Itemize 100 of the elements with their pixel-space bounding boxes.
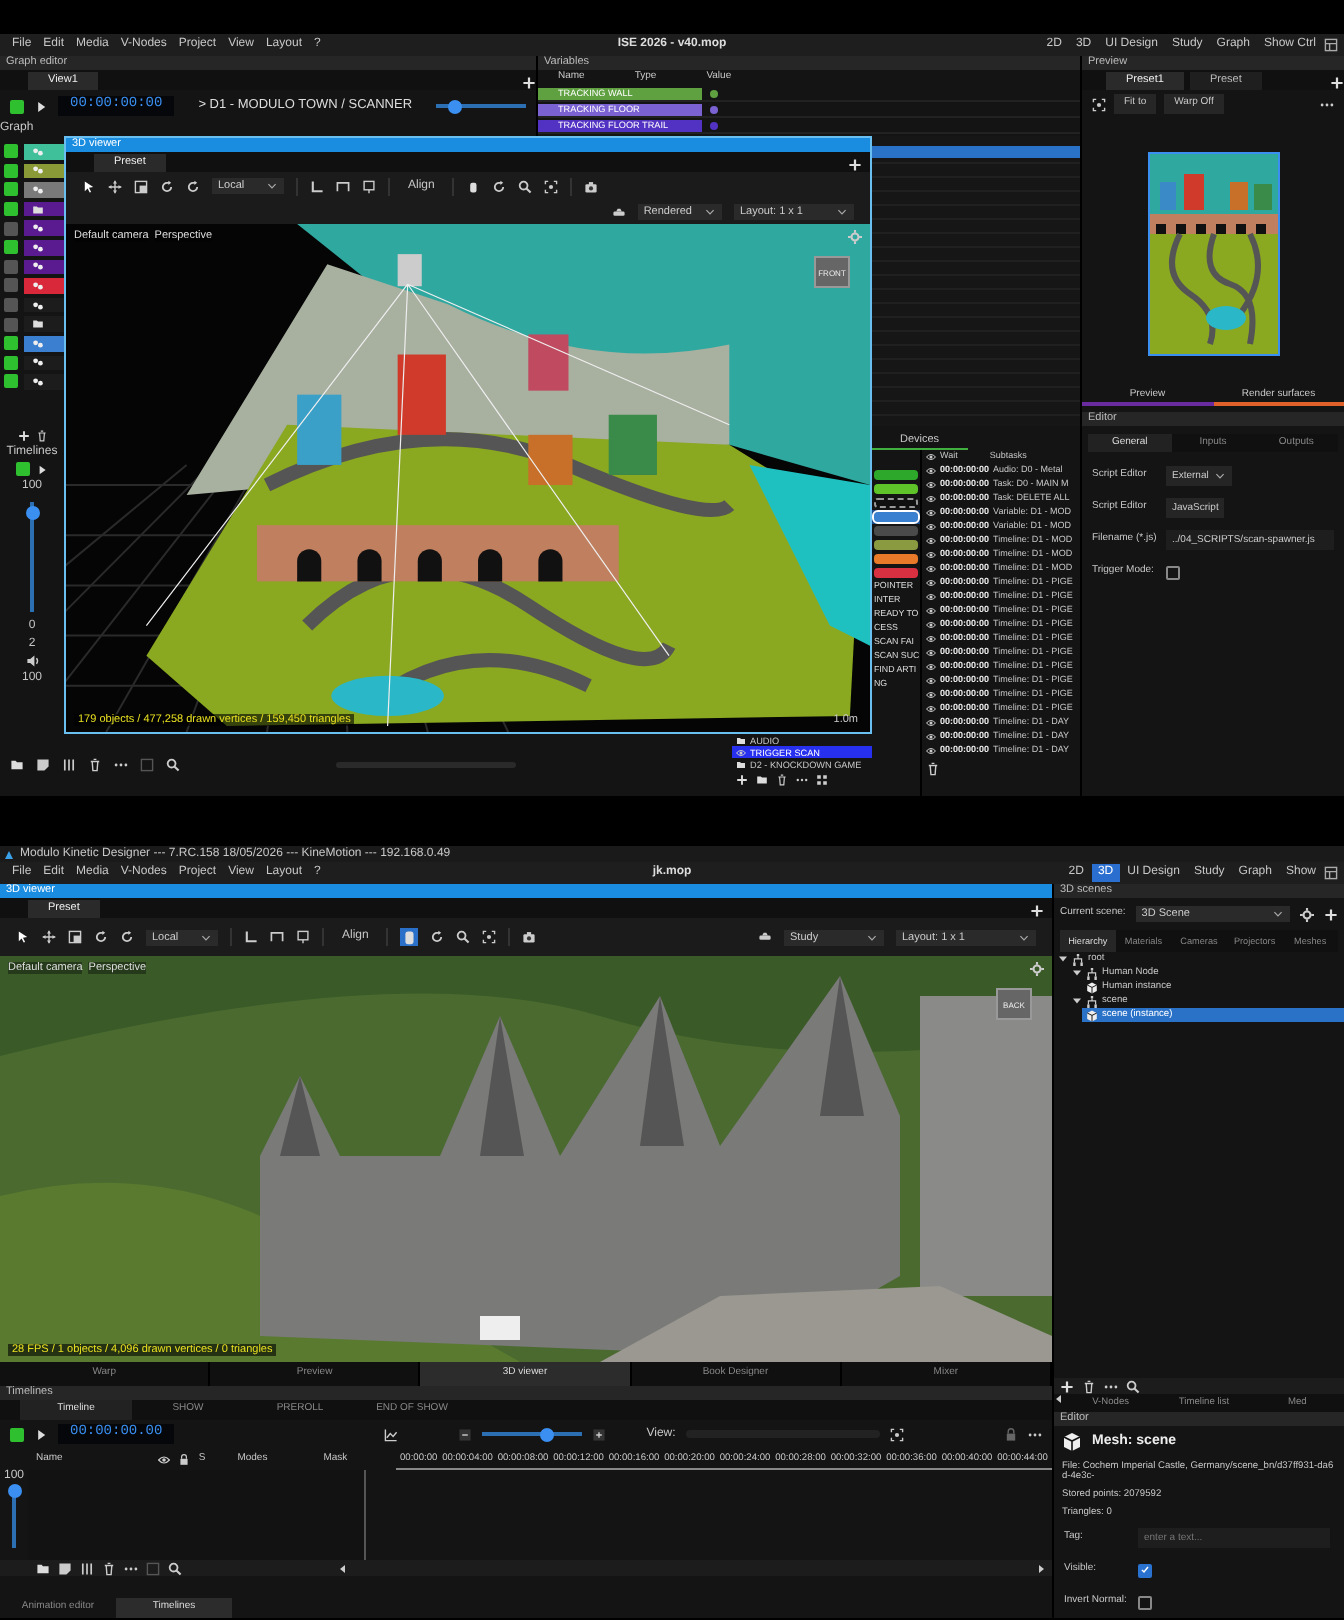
frame-icon[interactable] (1092, 97, 1106, 111)
scale-tool-icon[interactable] (134, 179, 148, 193)
graph-row[interactable] (24, 239, 64, 256)
layout-icon[interactable] (1324, 38, 1338, 52)
eye-icon[interactable] (926, 648, 936, 658)
graph-row[interactable] (24, 355, 64, 371)
eye-icon[interactable] (926, 732, 936, 742)
hand-tool-icon[interactable] (400, 928, 419, 946)
more-icon[interactable] (114, 758, 128, 772)
plus-icon[interactable] (592, 1427, 607, 1441)
eye-icon[interactable] (926, 536, 936, 546)
trash-icon[interactable] (88, 758, 102, 772)
square-icon[interactable] (140, 758, 154, 772)
eye-icon[interactable] (926, 550, 936, 560)
play-icon[interactable] (36, 463, 48, 476)
add-icon[interactable] (1330, 76, 1344, 90)
toggle-button[interactable] (4, 317, 18, 332)
folder-icon[interactable] (10, 758, 24, 772)
camera-icon[interactable] (522, 930, 537, 944)
toggle-button[interactable] (4, 163, 18, 178)
toggle-button[interactable] (4, 374, 18, 389)
graph-row[interactable] (24, 316, 64, 332)
axis-icon[interactable] (310, 179, 324, 193)
task-bar[interactable] (874, 540, 918, 550)
add-icon[interactable] (1060, 1379, 1074, 1393)
toggle-button[interactable] (4, 278, 18, 293)
eye-icon[interactable] (926, 466, 936, 476)
task-bar[interactable] (874, 484, 918, 494)
checkbox[interactable] (1166, 565, 1180, 579)
add-icon[interactable] (848, 158, 862, 172)
graph-row[interactable] (24, 374, 64, 390)
toggle-button[interactable] (4, 355, 18, 370)
move-tool-icon[interactable] (42, 930, 56, 944)
add-icon[interactable] (1030, 904, 1044, 918)
graph-row[interactable] (24, 297, 64, 313)
bracket-icon[interactable] (270, 930, 284, 944)
speaker-icon[interactable] (25, 654, 39, 669)
add-icon[interactable] (17, 429, 29, 442)
eye-icon[interactable] (926, 634, 936, 644)
task-bar[interactable] (874, 554, 918, 564)
eye-icon[interactable] (926, 508, 936, 518)
play-icon[interactable] (34, 99, 48, 114)
orbit-icon[interactable] (492, 179, 507, 193)
toggle-button[interactable] (4, 240, 18, 255)
search-icon[interactable] (518, 179, 533, 193)
eye-icon[interactable] (926, 494, 936, 504)
scroll-left-icon[interactable] (338, 1563, 348, 1573)
search-icon[interactable] (1126, 1379, 1140, 1393)
toggle-button[interactable] (10, 99, 24, 114)
play-icon[interactable] (34, 1427, 48, 1441)
toggle-button[interactable] (4, 259, 18, 274)
lock-icon[interactable] (1004, 1427, 1018, 1441)
search-icon[interactable] (166, 758, 180, 772)
eye-icon[interactable] (926, 704, 936, 714)
select-tool-icon[interactable] (16, 930, 30, 944)
eye-icon[interactable] (926, 718, 936, 728)
trash-icon[interactable] (926, 762, 940, 776)
toggle-button[interactable] (10, 1427, 24, 1441)
toggle-button[interactable] (4, 336, 18, 351)
eye-icon[interactable] (926, 606, 936, 616)
note-icon[interactable] (58, 1561, 72, 1575)
scale-tool-icon[interactable] (68, 930, 82, 944)
bars-icon[interactable] (62, 758, 76, 772)
task-bar[interactable] (874, 470, 918, 480)
search-icon[interactable] (168, 1561, 182, 1575)
camera-icon[interactable] (584, 179, 599, 193)
zoom-slider[interactable] (436, 104, 526, 109)
frame-icon[interactable] (890, 1427, 904, 1441)
graph-row[interactable] (24, 163, 64, 179)
graph-row[interactable] (24, 259, 64, 275)
bars-icon[interactable] (80, 1561, 94, 1575)
expand-arrow-icon[interactable] (1072, 996, 1082, 1006)
folder-icon[interactable] (36, 1561, 50, 1575)
add-icon[interactable] (522, 75, 536, 90)
graph-row[interactable] (24, 220, 64, 236)
frame-icon[interactable] (544, 179, 559, 193)
eye-icon[interactable] (926, 522, 936, 532)
frame-icon[interactable] (482, 930, 497, 944)
pin-icon[interactable] (296, 930, 310, 944)
more-icon[interactable] (796, 774, 808, 786)
axis-icon[interactable] (244, 930, 258, 944)
trash-icon[interactable] (35, 429, 47, 442)
eye-icon[interactable] (926, 480, 936, 490)
trash-icon[interactable] (102, 1561, 116, 1575)
bracket-icon[interactable] (336, 179, 350, 193)
trash-icon[interactable] (1082, 1379, 1096, 1393)
layout-icon[interactable] (1324, 866, 1338, 880)
task-bar[interactable] (874, 498, 918, 508)
graph-row[interactable] (24, 201, 64, 217)
note-icon[interactable] (36, 758, 50, 772)
eye-icon[interactable] (926, 662, 936, 672)
eye-icon[interactable] (926, 620, 936, 630)
toggle-button[interactable] (4, 202, 18, 217)
settings-icon[interactable] (1300, 907, 1314, 921)
settings-icon[interactable] (1030, 962, 1044, 976)
eye-icon[interactable] (926, 592, 936, 602)
car-icon[interactable] (758, 930, 772, 944)
minus-icon[interactable] (458, 1427, 473, 1441)
curve-icon[interactable] (384, 1427, 399, 1441)
car-icon[interactable] (611, 205, 626, 219)
